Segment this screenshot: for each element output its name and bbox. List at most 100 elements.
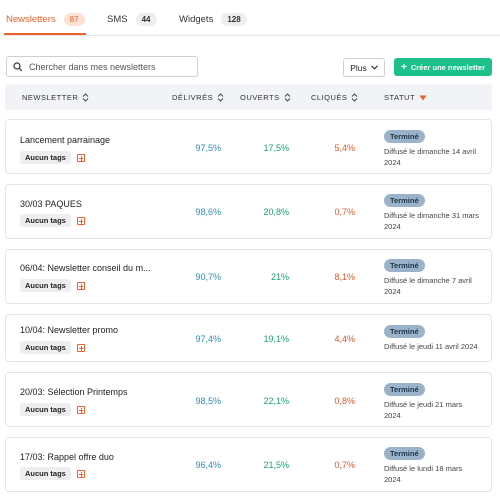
- delivered-rate: 90,7%: [195, 272, 221, 282]
- newsletter-name[interactable]: 17/03: Rappel offre duo: [20, 452, 114, 462]
- search-icon: [13, 61, 23, 71]
- newsletter-name[interactable]: 20/03: Sélection Printemps: [20, 387, 128, 397]
- table-row[interactable]: 10/04: Newsletter promo Aucun tags 97,4%…: [5, 314, 492, 362]
- tag-badge: Aucun tags: [20, 467, 71, 480]
- delivered-rate: 98,6%: [195, 207, 221, 217]
- opened-rate: 21%: [270, 272, 289, 282]
- sent-date: Diffusé le dimanche 14 avril 2024: [384, 146, 490, 168]
- opened-rate: 19,1%: [263, 334, 289, 344]
- tag-line: Aucun tags: [20, 214, 85, 227]
- sent-date-line: 2024: [384, 475, 401, 484]
- delivered-rate: 97,5%: [195, 143, 221, 153]
- sort-descending-icon: [419, 95, 427, 100]
- tab-label: SMS: [107, 14, 128, 25]
- tab-newsletters[interactable]: Newsletters 87: [6, 13, 85, 26]
- delivered-rate: 97,4%: [195, 334, 221, 344]
- sent-date-line: Diffusé le jeudi 21 mars: [384, 400, 463, 409]
- sent-date-line: 2024: [384, 222, 401, 231]
- table-row[interactable]: 06/04: Newsletter conseil du m... Aucun …: [5, 249, 492, 304]
- sent-date: Diffusé le dimanche 31 mars 2024: [384, 210, 490, 232]
- opened-rate: 21,5%: [263, 460, 289, 470]
- status-cell: Terminé Diffusé le dimanche 14 avril 202…: [384, 130, 490, 168]
- add-tag-icon[interactable]: [76, 216, 85, 225]
- tag-badge: Aucun tags: [20, 341, 71, 354]
- column-header-label: DÉLIVRÉS: [172, 93, 214, 102]
- tag-line: Aucun tags: [20, 279, 85, 292]
- click-rate: 8,1%: [334, 272, 355, 282]
- opened-rate: 20,8%: [263, 207, 289, 217]
- create-label: Créer une newsletter: [410, 62, 486, 72]
- opened-rate: 22,1%: [263, 396, 289, 406]
- sent-date: Diffusé le jeudi 21 mars 2024: [384, 399, 490, 421]
- column-header-label: OUVERTS: [240, 93, 280, 102]
- table-row[interactable]: 20/03: Sélection Printemps Aucun tags 98…: [5, 372, 492, 427]
- tab-count-badge: 44: [135, 13, 157, 26]
- active-tab-indicator: [4, 33, 86, 35]
- column-header-delivered[interactable]: DÉLIVRÉS: [172, 93, 224, 102]
- tag-badge: Aucun tags: [20, 403, 71, 416]
- create-newsletter-button[interactable]: + Créer une newsletter: [394, 58, 492, 76]
- click-rate: 0,7%: [334, 460, 355, 470]
- newsletter-name[interactable]: Lancement parrainage: [20, 135, 110, 145]
- table-header: NEWSLETTER DÉLIVRÉS OUVERTS CLIQUÉS STAT…: [5, 84, 492, 110]
- sort-icon: [82, 93, 89, 102]
- sort-icon: [352, 93, 358, 102]
- sent-date-line: Diffusé le dimanche 7 avril: [384, 276, 472, 285]
- sent-date-line: 2024: [384, 287, 401, 296]
- click-rate: 0,8%: [334, 396, 355, 406]
- column-header-label: STATUT: [384, 93, 416, 102]
- table-row[interactable]: Lancement parrainage Aucun tags 97,5% 17…: [5, 119, 492, 174]
- status-badge: Terminé: [384, 130, 425, 143]
- tab-widgets[interactable]: Widgets 128: [179, 13, 247, 26]
- tab-bar: Newsletters 87 SMS 44 Widgets 128: [0, 0, 500, 36]
- sent-date-line: Diffusé le dimanche 14 avril: [384, 147, 476, 156]
- status-cell: Terminé Diffusé le dimanche 31 mars 2024: [384, 194, 490, 232]
- add-tag-icon[interactable]: [76, 281, 85, 290]
- column-header-newsletter[interactable]: NEWSLETTER: [22, 93, 89, 102]
- table-row[interactable]: 30/03 PAQUES Aucun tags 98,6% 20,8% 0,7%…: [5, 184, 492, 239]
- tag-badge: Aucun tags: [20, 214, 71, 227]
- click-rate: 0,7%: [334, 207, 355, 217]
- newsletter-name[interactable]: 30/03 PAQUES: [20, 199, 82, 209]
- status-cell: Terminé Diffusé le jeudi 21 mars 2024: [384, 383, 490, 421]
- column-header-label: CLIQUÉS: [311, 93, 348, 102]
- search-input[interactable]: [29, 61, 189, 72]
- tag-line: Aucun tags: [20, 151, 85, 164]
- table-row[interactable]: 17/03: Rappel offre duo Aucun tags 96,4%…: [5, 437, 492, 492]
- status-badge: Terminé: [384, 259, 425, 272]
- sent-date-line: 2024: [384, 411, 401, 420]
- sort-icon: [284, 93, 290, 102]
- tag-line: Aucun tags: [20, 341, 85, 354]
- status-cell: Terminé Diffusé le jeudi 11 avril 2024: [384, 325, 490, 352]
- column-header-clicks[interactable]: CLIQUÉS: [311, 93, 358, 102]
- sent-date: Diffusé le dimanche 7 avril 2024: [384, 275, 490, 297]
- opened-rate: 17,5%: [263, 143, 289, 153]
- newsletter-name[interactable]: 10/04: Newsletter promo: [20, 325, 118, 335]
- tag-line: Aucun tags: [20, 403, 85, 416]
- more-dropdown-button[interactable]: Plus: [343, 58, 385, 77]
- sent-date: Diffusé le jeudi 11 avril 2024: [384, 341, 490, 352]
- status-badge: Terminé: [384, 383, 425, 396]
- delivered-rate: 96,4%: [195, 460, 221, 470]
- column-header-status[interactable]: STATUT: [384, 93, 427, 102]
- click-rate: 4,4%: [334, 334, 355, 344]
- column-header-opened[interactable]: OUVERTS: [240, 93, 291, 102]
- plus-icon: +: [400, 61, 407, 73]
- add-tag-icon[interactable]: [76, 153, 85, 162]
- tab-count-badge: 87: [63, 13, 85, 26]
- more-label: Plus: [350, 62, 367, 73]
- search-box[interactable]: [6, 56, 198, 77]
- status-badge: Terminé: [384, 325, 425, 338]
- add-tag-icon[interactable]: [76, 405, 85, 414]
- sent-date-line: Diffusé le lundi 18 mars: [384, 464, 463, 473]
- add-tag-icon[interactable]: [76, 343, 85, 352]
- delivered-rate: 98,5%: [195, 396, 221, 406]
- tab-sms[interactable]: SMS 44: [107, 13, 157, 26]
- click-rate: 5,4%: [334, 143, 355, 153]
- tag-line: Aucun tags: [20, 467, 85, 480]
- newsletter-name[interactable]: 06/04: Newsletter conseil du m...: [20, 263, 151, 273]
- sort-icon: [217, 93, 224, 102]
- add-tag-icon[interactable]: [76, 469, 85, 478]
- sent-date-line: Diffusé le dimanche 31 mars: [384, 211, 479, 220]
- tab-label: Newsletters: [6, 14, 56, 25]
